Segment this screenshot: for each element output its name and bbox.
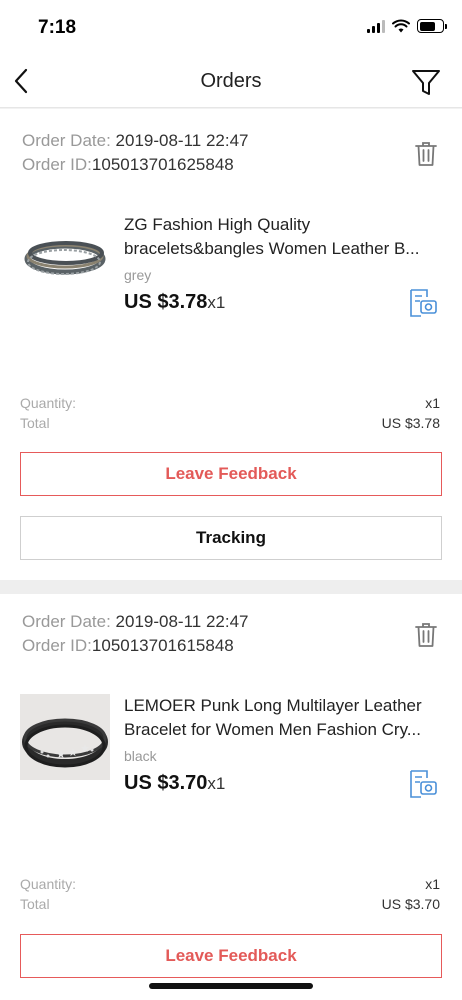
bracelet-thumbnail: ★ ★ ★ bbox=[20, 694, 110, 780]
filter-button[interactable] bbox=[408, 64, 444, 100]
product-image[interactable]: ★ ★ ★ bbox=[20, 694, 110, 780]
product-title-line-2: Bracelet for Women Men Fashion Cry... bbox=[124, 720, 421, 739]
order-date-value: 2019-08-11 22:47 bbox=[115, 131, 249, 150]
svg-text:★: ★ bbox=[56, 748, 66, 761]
price-qty: x1 bbox=[207, 774, 226, 793]
leave-feedback-button[interactable]: Leave Feedback bbox=[20, 452, 442, 496]
order-id-value: 105013701615848 bbox=[91, 636, 234, 655]
quantity-label: Quantity: bbox=[20, 876, 77, 892]
order-id: Order ID:105013701625848 bbox=[22, 153, 234, 177]
trash-icon bbox=[415, 623, 437, 647]
product-title-line-1: ZG Fashion High Quality bbox=[124, 215, 311, 234]
order-date-label: Order Date: bbox=[22, 612, 111, 631]
trash-icon bbox=[415, 142, 437, 166]
price-value: US $3.70 bbox=[124, 772, 208, 794]
product-price: US $3.78x1 bbox=[124, 291, 225, 314]
svg-text:★: ★ bbox=[80, 742, 90, 755]
product-title-line-1: LEMOER Punk Long Multilayer Leather bbox=[124, 696, 422, 715]
order-date: Order Date: 2019-08-11 22:47 bbox=[22, 129, 249, 153]
order-id-label: Order ID: bbox=[22, 155, 92, 174]
product-variant: grey bbox=[124, 267, 152, 283]
wifi-icon bbox=[392, 19, 410, 33]
delete-order-button[interactable] bbox=[414, 140, 438, 168]
order-card: Order Date: 2019-08-11 22:47 Order ID:10… bbox=[0, 594, 462, 1000]
product-title[interactable]: LEMOER Punk Long Multilayer Leather Brac… bbox=[124, 694, 442, 742]
delete-order-button[interactable] bbox=[414, 621, 438, 649]
order-date: Order Date: 2019-08-11 22:47 bbox=[22, 610, 249, 634]
quantity-value: x1 bbox=[425, 876, 440, 892]
total-label: Total bbox=[20, 415, 50, 431]
nav-bar: Orders bbox=[0, 56, 462, 108]
photo-review-icon bbox=[410, 289, 437, 317]
order-separator bbox=[0, 580, 462, 594]
status-bar: 7:18 bbox=[0, 0, 462, 56]
total-value: US $3.70 bbox=[381, 896, 440, 912]
status-icons bbox=[367, 19, 447, 33]
photo-review-button[interactable] bbox=[408, 288, 438, 318]
photo-review-button[interactable] bbox=[408, 769, 438, 799]
order-id-value: 105013701625848 bbox=[91, 155, 234, 174]
svg-text:★: ★ bbox=[68, 746, 78, 759]
product-price: US $3.70x1 bbox=[124, 772, 225, 795]
product-image[interactable] bbox=[20, 213, 110, 299]
product-variant: black bbox=[124, 748, 157, 764]
total-value: US $3.78 bbox=[381, 415, 440, 431]
photo-review-icon bbox=[410, 770, 437, 798]
leave-feedback-button[interactable]: Leave Feedback bbox=[20, 934, 442, 978]
order-date-value: 2019-08-11 22:47 bbox=[115, 612, 249, 631]
page-title: Orders bbox=[200, 70, 262, 92]
order-date-label: Order Date: bbox=[22, 131, 111, 150]
tracking-button[interactable]: Tracking bbox=[20, 516, 442, 560]
product-title-line-2: bracelets&bangles Women Leather B... bbox=[124, 239, 420, 258]
order-id: Order ID:105013701615848 bbox=[22, 634, 234, 658]
quantity-label: Quantity: bbox=[20, 395, 77, 411]
product-title[interactable]: ZG Fashion High Quality bracelets&bangle… bbox=[124, 213, 442, 261]
price-value: US $3.78 bbox=[124, 291, 208, 313]
battery-icon bbox=[417, 19, 447, 33]
order-card: Order Date: 2019-08-11 22:47 Order ID:10… bbox=[0, 109, 462, 580]
filter-icon bbox=[412, 70, 440, 95]
total-label: Total bbox=[20, 896, 50, 912]
status-time: 7:18 bbox=[38, 17, 77, 38]
bracelet-thumbnail bbox=[20, 213, 110, 299]
home-indicator[interactable] bbox=[149, 983, 313, 989]
quantity-value: x1 bbox=[425, 395, 440, 411]
order-id-label: Order ID: bbox=[22, 636, 92, 655]
price-qty: x1 bbox=[207, 293, 226, 312]
cellular-signal-icon bbox=[367, 19, 385, 33]
